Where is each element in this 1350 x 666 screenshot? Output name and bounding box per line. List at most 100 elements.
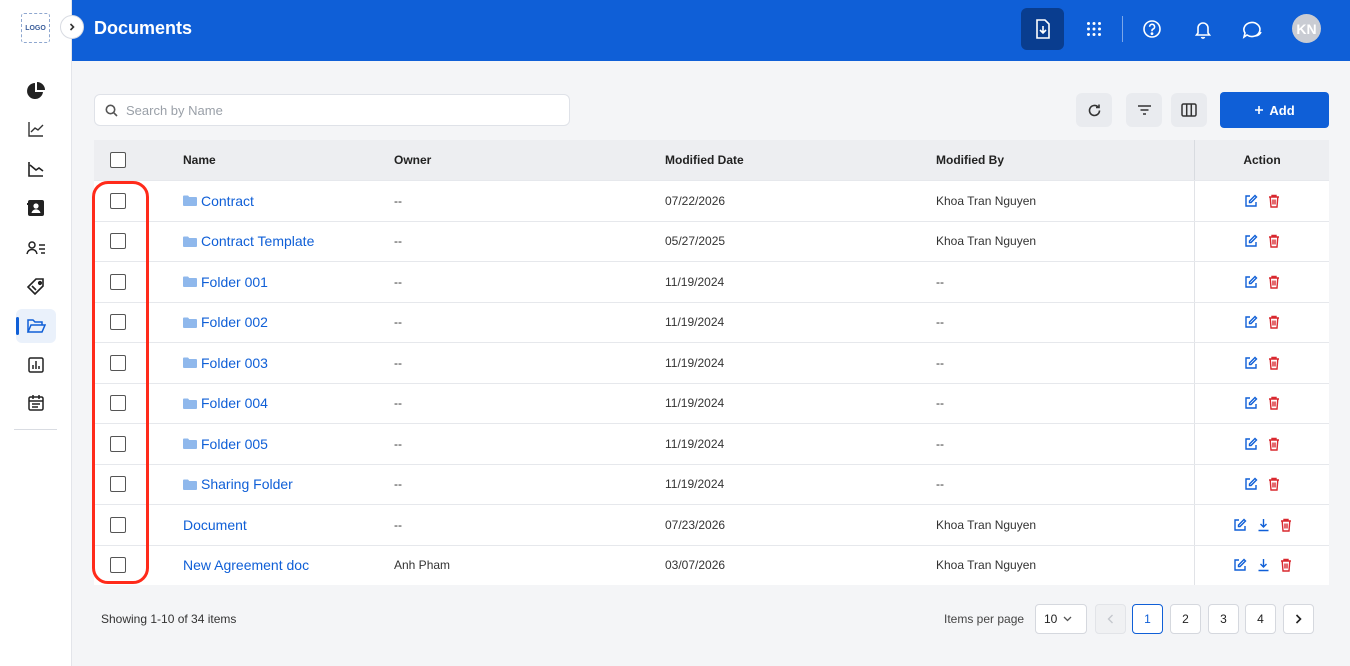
delete-icon[interactable] bbox=[1268, 477, 1280, 491]
column-header-owner[interactable]: Owner bbox=[394, 140, 431, 180]
sidebar-item-statistics[interactable] bbox=[16, 348, 56, 382]
delete-icon[interactable] bbox=[1268, 194, 1280, 208]
table-row[interactable]: New Agreement doc Anh Pham 03/07/2026 Khoa … bbox=[94, 544, 1329, 585]
page-button-3[interactable]: 3 bbox=[1208, 604, 1239, 634]
page-button-4[interactable]: 4 bbox=[1245, 604, 1276, 634]
edit-icon[interactable] bbox=[1244, 396, 1258, 410]
item-name-link[interactable]: Contract Template bbox=[183, 233, 314, 249]
table-row[interactable]: Document -- 07/23/2026 Khoa Tran Nguyen bbox=[94, 504, 1329, 545]
table-row[interactable]: Folder 002 -- 11/19/2024 -- bbox=[94, 301, 1329, 342]
edit-icon[interactable] bbox=[1244, 477, 1258, 491]
row-checkbox[interactable] bbox=[110, 233, 126, 250]
item-name: Contract Template bbox=[201, 233, 315, 250]
delete-icon[interactable] bbox=[1268, 396, 1280, 410]
download-button[interactable] bbox=[1021, 8, 1064, 50]
item-name-link[interactable]: Folder 005 bbox=[183, 436, 268, 452]
row-checkbox[interactable] bbox=[110, 192, 126, 209]
sidebar-item-documents[interactable] bbox=[16, 309, 56, 343]
sidebar-item-contacts[interactable] bbox=[16, 191, 56, 225]
download-icon[interactable] bbox=[1257, 518, 1270, 532]
modified-by-cell: Khoa Tran Nguyen bbox=[936, 193, 1037, 208]
item-name-link[interactable]: Folder 002 bbox=[183, 314, 268, 330]
owner-cell: -- bbox=[394, 436, 402, 451]
edit-icon[interactable] bbox=[1244, 234, 1258, 248]
page-button-1[interactable]: 1 bbox=[1132, 604, 1163, 634]
search-box[interactable] bbox=[94, 94, 570, 126]
item-name-link[interactable]: Document bbox=[183, 517, 247, 533]
search-input[interactable] bbox=[126, 102, 546, 118]
row-checkbox[interactable] bbox=[110, 516, 126, 533]
next-page-button[interactable] bbox=[1283, 604, 1314, 634]
row-checkbox[interactable] bbox=[110, 354, 126, 371]
delete-icon[interactable] bbox=[1268, 356, 1280, 370]
refresh-button[interactable] bbox=[1076, 93, 1112, 127]
edit-icon[interactable] bbox=[1244, 356, 1258, 370]
item-name-link[interactable]: Sharing Folder bbox=[183, 476, 293, 492]
edit-icon[interactable] bbox=[1244, 315, 1258, 329]
column-header-name[interactable]: Name bbox=[183, 140, 216, 180]
table-row[interactable]: Folder 003 -- 11/19/2024 -- bbox=[94, 342, 1329, 383]
chat-button[interactable] bbox=[1231, 8, 1274, 50]
sidebar-item-dashboard[interactable] bbox=[16, 74, 56, 108]
folder-open-icon bbox=[26, 319, 46, 333]
edit-icon[interactable] bbox=[1244, 437, 1258, 451]
add-button[interactable]: Add bbox=[1220, 92, 1329, 128]
owner-cell: -- bbox=[394, 193, 402, 208]
sidebar-item-calendar[interactable] bbox=[16, 386, 56, 420]
row-checkbox[interactable] bbox=[110, 273, 126, 290]
chevron-right-icon bbox=[1295, 614, 1302, 624]
item-name-link[interactable]: Folder 001 bbox=[183, 274, 268, 290]
edit-icon[interactable] bbox=[1244, 275, 1258, 289]
row-checkbox[interactable] bbox=[110, 476, 126, 493]
edit-icon[interactable] bbox=[1233, 518, 1247, 532]
bell-icon bbox=[1194, 22, 1211, 39]
help-button[interactable] bbox=[1130, 8, 1173, 50]
item-name-link[interactable]: Folder 004 bbox=[183, 395, 268, 411]
edit-icon[interactable] bbox=[1244, 194, 1258, 208]
columns-button[interactable] bbox=[1171, 93, 1207, 127]
table-row[interactable]: Folder 005 -- 11/19/2024 -- bbox=[94, 423, 1329, 464]
select-all-checkbox[interactable] bbox=[110, 152, 126, 168]
owner-cell: Anh Pham bbox=[394, 558, 451, 573]
table-row[interactable]: Folder 004 -- 11/19/2024 -- bbox=[94, 382, 1329, 423]
apps-button[interactable] bbox=[1072, 8, 1115, 50]
action-cell bbox=[1194, 424, 1329, 464]
edit-icon[interactable] bbox=[1233, 558, 1247, 572]
modified-by-cell: Khoa Tran Nguyen bbox=[936, 517, 1037, 532]
delete-icon[interactable] bbox=[1268, 315, 1280, 329]
filter-button[interactable] bbox=[1126, 93, 1162, 127]
table-row[interactable]: Contract -- 07/22/2026 Khoa Tran Nguyen bbox=[94, 180, 1329, 221]
delete-icon[interactable] bbox=[1268, 437, 1280, 451]
notifications-button[interactable] bbox=[1181, 8, 1224, 50]
pagination-summary: Showing 1-10 of 34 items bbox=[101, 612, 237, 626]
table-row[interactable]: Sharing Folder -- 11/19/2024 -- bbox=[94, 463, 1329, 504]
column-header-modified-by[interactable]: Modified By bbox=[936, 140, 1004, 180]
row-checkbox[interactable] bbox=[110, 435, 126, 452]
item-name-link[interactable]: Folder 003 bbox=[183, 355, 268, 371]
delete-icon[interactable] bbox=[1280, 518, 1292, 532]
table-row[interactable]: Contract Template -- 05/27/2025 Khoa Tran N… bbox=[94, 220, 1329, 261]
delete-icon[interactable] bbox=[1280, 558, 1292, 572]
previous-page-button[interactable] bbox=[1095, 604, 1126, 634]
sidebar-item-analytics[interactable] bbox=[16, 112, 56, 146]
owner-cell: -- bbox=[394, 274, 402, 289]
sidebar-item-reports[interactable] bbox=[16, 152, 56, 186]
download-icon[interactable] bbox=[1257, 558, 1270, 572]
row-checkbox[interactable] bbox=[110, 395, 126, 412]
modified-by-cell: -- bbox=[936, 274, 944, 289]
avatar[interactable]: KN bbox=[1292, 14, 1321, 43]
row-checkbox[interactable] bbox=[110, 314, 126, 331]
sidebar-toggle-button[interactable] bbox=[60, 15, 84, 39]
delete-icon[interactable] bbox=[1268, 275, 1280, 289]
delete-icon[interactable] bbox=[1268, 234, 1280, 248]
item-name-link[interactable]: New Agreement doc bbox=[183, 557, 309, 573]
table-row[interactable]: Folder 001 -- 11/19/2024 -- bbox=[94, 261, 1329, 302]
page-button-2[interactable]: 2 bbox=[1170, 604, 1201, 634]
sidebar-item-tags[interactable] bbox=[16, 270, 56, 304]
row-checkbox[interactable] bbox=[110, 557, 126, 574]
owner-cell: -- bbox=[394, 517, 402, 532]
sidebar-item-users[interactable] bbox=[16, 231, 56, 265]
items-per-page-select[interactable]: 10 bbox=[1035, 604, 1087, 634]
item-name-link[interactable]: Contract bbox=[183, 193, 254, 209]
column-header-modified-date[interactable]: Modified Date bbox=[665, 140, 744, 180]
